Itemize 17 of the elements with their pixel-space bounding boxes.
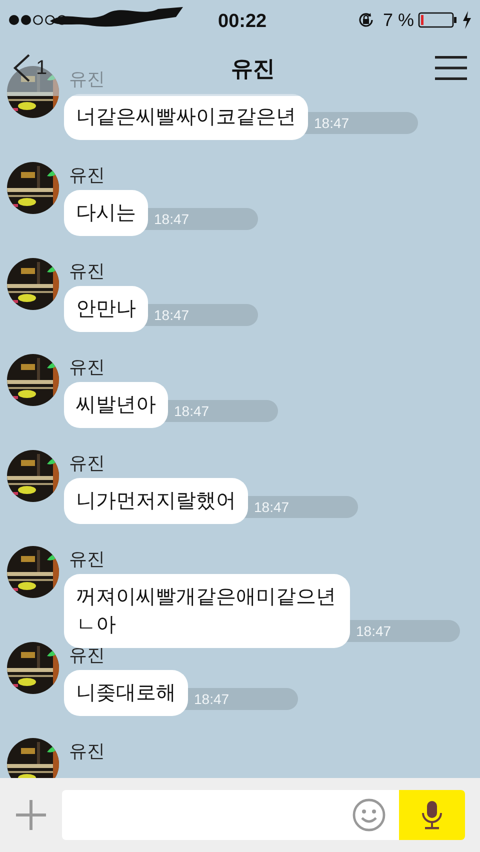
sender-name: 유진 xyxy=(69,548,105,570)
sender-name: 유진 xyxy=(69,260,105,282)
battery-percent: 7 % xyxy=(382,8,414,32)
sender-name: 유진 xyxy=(69,740,105,762)
message-bubble: 니좆대로해 xyxy=(64,670,188,716)
message-bubble: 꺼져이씨빨개같은애미같으년ㄴ아 xyxy=(64,574,350,648)
message-bubble: 다시는 xyxy=(64,190,148,236)
message-bubble: 씨발년아 xyxy=(64,382,168,428)
sender-name: 유진 xyxy=(69,356,105,378)
sender-name: 유진 xyxy=(69,164,105,186)
sender-name: 유진 xyxy=(69,68,105,90)
sender-name: 유진 xyxy=(69,452,105,474)
message-bubble: 너같은씨빨싸이코같은년 xyxy=(64,94,308,140)
clock-time: 00:22 xyxy=(218,10,267,34)
chat-title: 유진 xyxy=(231,54,275,82)
message-bubble: 안만나 xyxy=(64,286,148,332)
message-bubble: 니가먼저지랄했어 xyxy=(64,478,248,524)
